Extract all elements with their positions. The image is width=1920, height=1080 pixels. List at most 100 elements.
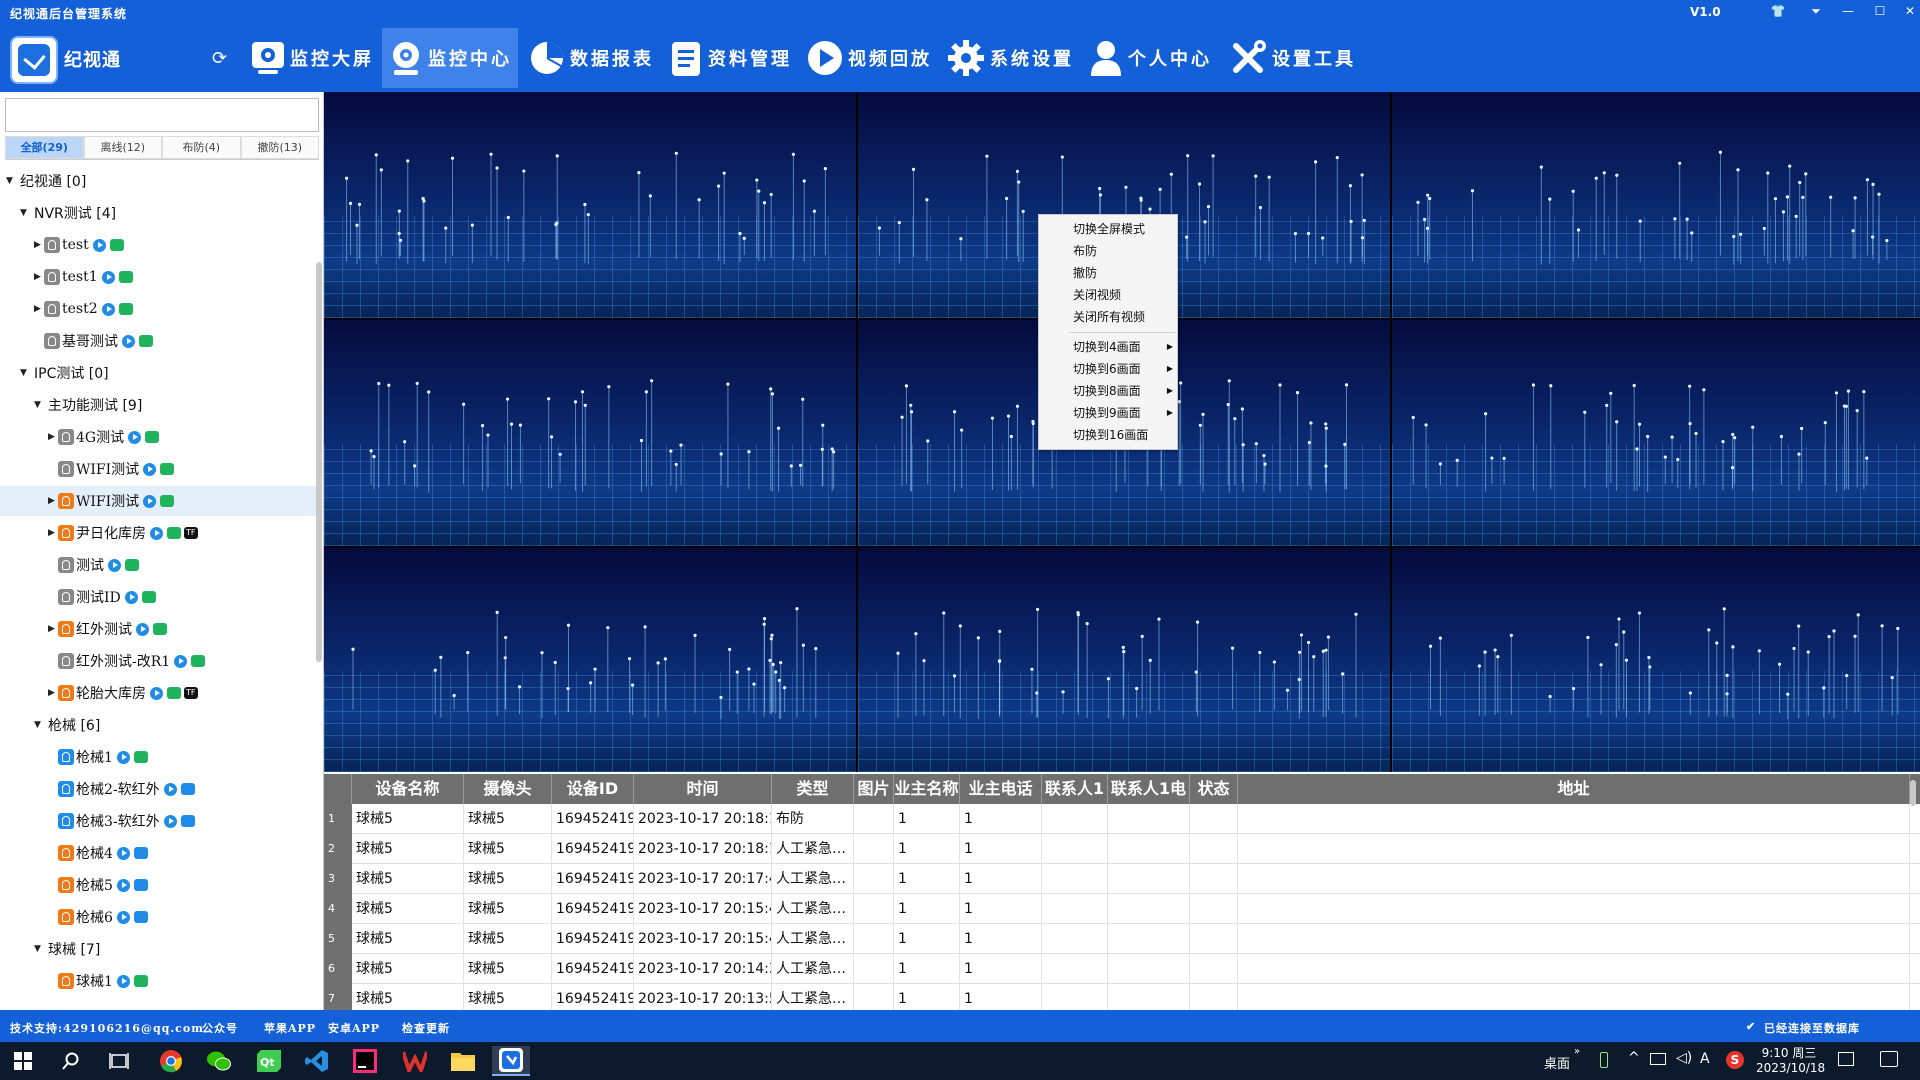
link-ios-app[interactable]: 苹果APP	[264, 1020, 316, 1036]
column-header[interactable]: 联系人1电话	[1108, 774, 1190, 828]
table-row[interactable]: 1球械5球械516945241932023-10-17 20:18:14布防11	[324, 804, 1920, 834]
ime-indicator[interactable]: A	[1700, 1051, 1710, 1067]
column-header[interactable]: 地址	[1238, 774, 1910, 804]
live-play-icon[interactable]	[116, 878, 130, 892]
tree-node[interactable]: 枪械5	[0, 870, 316, 900]
show-desktop-icon[interactable]	[1838, 1052, 1854, 1066]
tree-node[interactable]: 红外测试-改R1	[0, 646, 316, 676]
live-play-icon[interactable]	[163, 782, 177, 796]
desktop-toolbar-label[interactable]: 桌面	[1544, 1053, 1570, 1072]
file-explorer-icon[interactable]	[444, 1046, 482, 1076]
collapse-arrow-icon[interactable]: ▼	[34, 400, 44, 410]
table-row[interactable]: 3球械5球械516945241932023-10-17 20:17:40人工紧急…	[324, 864, 1920, 894]
tree-node[interactable]: ▶ test	[0, 230, 316, 260]
chrome-icon[interactable]	[152, 1046, 190, 1076]
context-menu-submenu-item[interactable]: 切换到6画面 ▶	[1073, 359, 1173, 379]
vscode-icon[interactable]	[298, 1046, 336, 1076]
filter-all[interactable]: 全部(29)	[5, 136, 84, 159]
column-header[interactable]: 业主名称	[894, 774, 960, 804]
video-cell[interactable]	[1392, 548, 1920, 772]
tree-node[interactable]: ▼ 主功能测试 [9]	[0, 390, 316, 420]
column-header[interactable]: 类型	[772, 774, 854, 804]
column-header[interactable]: 设备名称	[352, 774, 464, 804]
jetbrains-icon[interactable]	[346, 1046, 384, 1076]
tree-node[interactable]: 枪械3-软红外	[0, 806, 316, 836]
collapse-arrow-icon[interactable]: ▼	[6, 176, 16, 186]
live-play-icon[interactable]	[92, 238, 106, 252]
column-header[interactable]: 图片	[854, 774, 894, 804]
jishitong-app-icon[interactable]	[492, 1046, 530, 1076]
notification-icon[interactable]	[1880, 1051, 1898, 1067]
live-play-icon[interactable]	[150, 686, 163, 700]
collapse-arrow-icon[interactable]: ▼	[20, 368, 30, 378]
live-play-icon[interactable]	[174, 654, 188, 668]
table-row[interactable]: 2球械5球械516945241932023-10-17 20:18:11人工紧急…	[324, 834, 1920, 864]
video-cell[interactable]	[324, 92, 856, 318]
tree-node[interactable]: 测试ID	[0, 582, 316, 612]
live-play-icon[interactable]	[124, 590, 138, 604]
live-play-icon[interactable]	[101, 270, 115, 284]
filter-armed[interactable]: 布防(4)	[162, 136, 241, 159]
network-icon[interactable]	[1650, 1053, 1666, 1065]
tree-node[interactable]: 基哥测试	[0, 326, 316, 356]
video-cell[interactable]	[1392, 320, 1920, 546]
context-menu-submenu-item[interactable]: 切换到4画面 ▶	[1073, 337, 1173, 357]
tree-node[interactable]: WIFI测试	[0, 454, 316, 484]
sidebar-scrollbar[interactable]	[316, 262, 322, 662]
expand-arrow-icon[interactable]: ▶	[34, 272, 44, 282]
nav-monitor-screen[interactable]: 监控大屏	[244, 28, 380, 88]
tree-node[interactable]: ▶ 轮胎大库房 TF	[0, 678, 316, 708]
context-menu-item[interactable]: 撤防	[1073, 263, 1173, 283]
expand-arrow-icon[interactable]: ▶	[48, 432, 58, 442]
live-play-icon[interactable]	[116, 910, 130, 924]
live-play-icon[interactable]	[116, 974, 130, 988]
filter-disarmed[interactable]: 撤防(13)	[240, 136, 319, 159]
close-button[interactable]: ✕	[1892, 2, 1920, 20]
context-menu-item[interactable]: 关闭视频	[1073, 285, 1173, 305]
context-menu-item[interactable]: 切换全屏模式	[1073, 219, 1173, 239]
live-play-icon[interactable]	[163, 814, 177, 828]
qt-creator-icon[interactable]: Qt	[250, 1046, 288, 1076]
battery-icon[interactable]	[1600, 1052, 1608, 1068]
collapse-arrow-icon[interactable]: ▼	[34, 720, 44, 730]
tree-node[interactable]: 枪械6	[0, 902, 316, 932]
live-play-icon[interactable]	[101, 302, 115, 316]
nav-monitor-center[interactable]: 监控中心	[382, 28, 518, 88]
expand-arrow-icon[interactable]: ▶	[48, 528, 58, 538]
table-row[interactable]: 5球械5球械516945241932023-10-17 20:15:42人工紧急…	[324, 924, 1920, 954]
tree-node[interactable]: 球械1	[0, 966, 316, 996]
column-header[interactable]: 业主电话	[960, 774, 1042, 804]
live-play-icon[interactable]	[143, 494, 157, 508]
link-official-account[interactable]: 公众号	[202, 1020, 238, 1036]
tree-node[interactable]: ▼ IPC测试 [0]	[0, 358, 316, 388]
live-play-icon[interactable]	[136, 622, 149, 636]
refresh-icon[interactable]: ⟳	[212, 48, 227, 69]
table-row[interactable]: 4球械5球械516945241932023-10-17 20:15:46人工紧急…	[324, 894, 1920, 924]
tree-node[interactable]: ▶ 尹日化库房 TF	[0, 518, 316, 548]
video-cell[interactable]	[324, 548, 856, 772]
video-cell[interactable]	[858, 548, 1390, 772]
table-scrollbar[interactable]	[1910, 780, 1916, 806]
tree-node[interactable]: 枪械1	[0, 742, 316, 772]
video-cell[interactable]	[1392, 92, 1920, 318]
system-clock[interactable]: 9:10 周三 2023/10/18	[1756, 1046, 1825, 1076]
context-menu-submenu-item[interactable]: 切换到8画面 ▶	[1073, 381, 1173, 401]
skin-button[interactable]: 👕	[1760, 2, 1796, 20]
live-play-icon[interactable]	[128, 430, 142, 444]
column-header[interactable]: 联系人1	[1042, 774, 1108, 804]
live-play-icon[interactable]	[143, 462, 157, 476]
context-menu-item[interactable]: 布防	[1073, 241, 1173, 261]
tree-node[interactable]: ▶ 4G测试	[0, 422, 316, 452]
nav-system-settings[interactable]: 系统设置	[940, 28, 1080, 88]
expand-arrow-icon[interactable]: ▶	[48, 688, 58, 698]
live-play-icon[interactable]	[108, 558, 121, 572]
tree-node[interactable]: 枪械4	[0, 838, 316, 868]
live-play-icon[interactable]	[122, 334, 135, 348]
nav-personal-center[interactable]: 个人中心	[1082, 28, 1218, 88]
column-header[interactable]: 设备ID	[552, 774, 634, 804]
minimize-button[interactable]: —	[1830, 2, 1866, 20]
tree-node[interactable]: ▼ 球械 [7]	[0, 934, 316, 964]
tree-node[interactable]: 测试	[0, 550, 316, 580]
collapse-arrow-icon[interactable]: ▼	[34, 944, 44, 954]
tree-node[interactable]: ▼ 纪视通 [0]	[0, 166, 316, 196]
